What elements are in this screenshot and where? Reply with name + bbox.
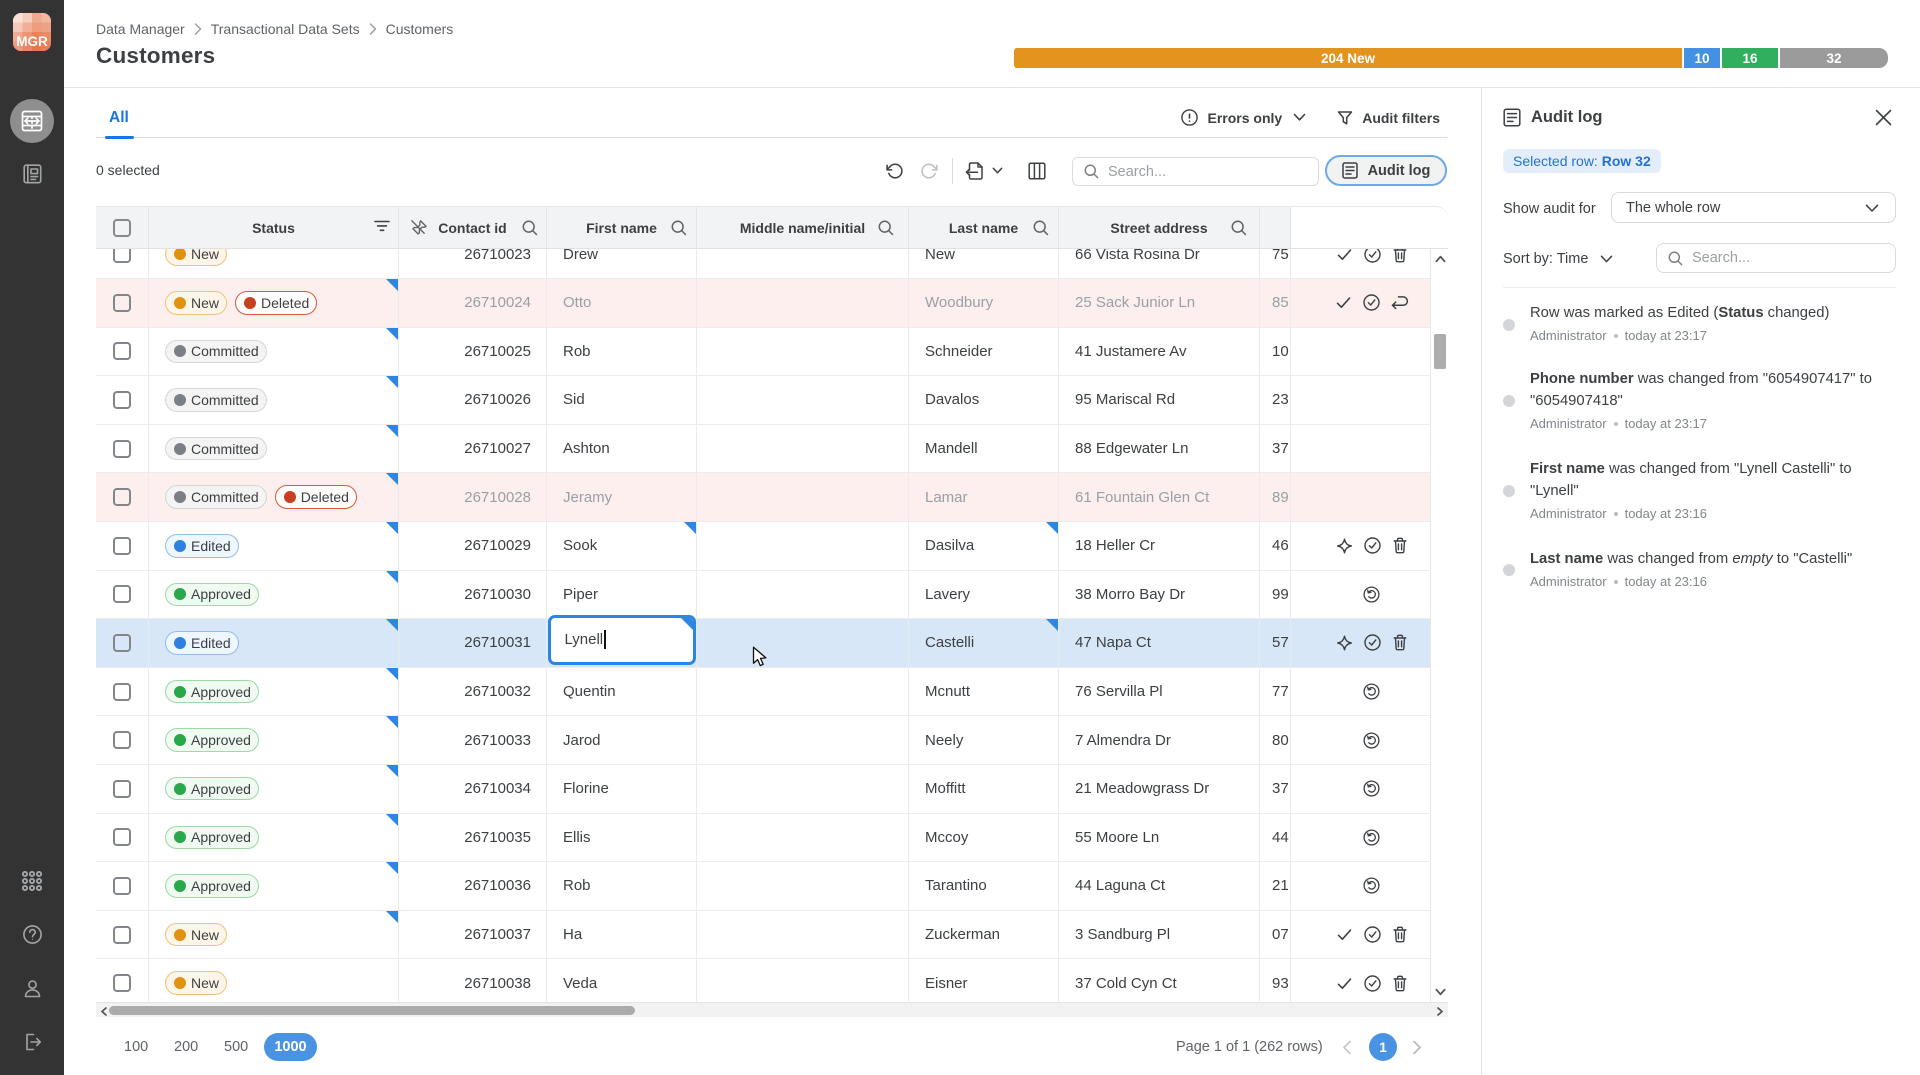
svg-text:MGR: MGR — [16, 34, 48, 49]
